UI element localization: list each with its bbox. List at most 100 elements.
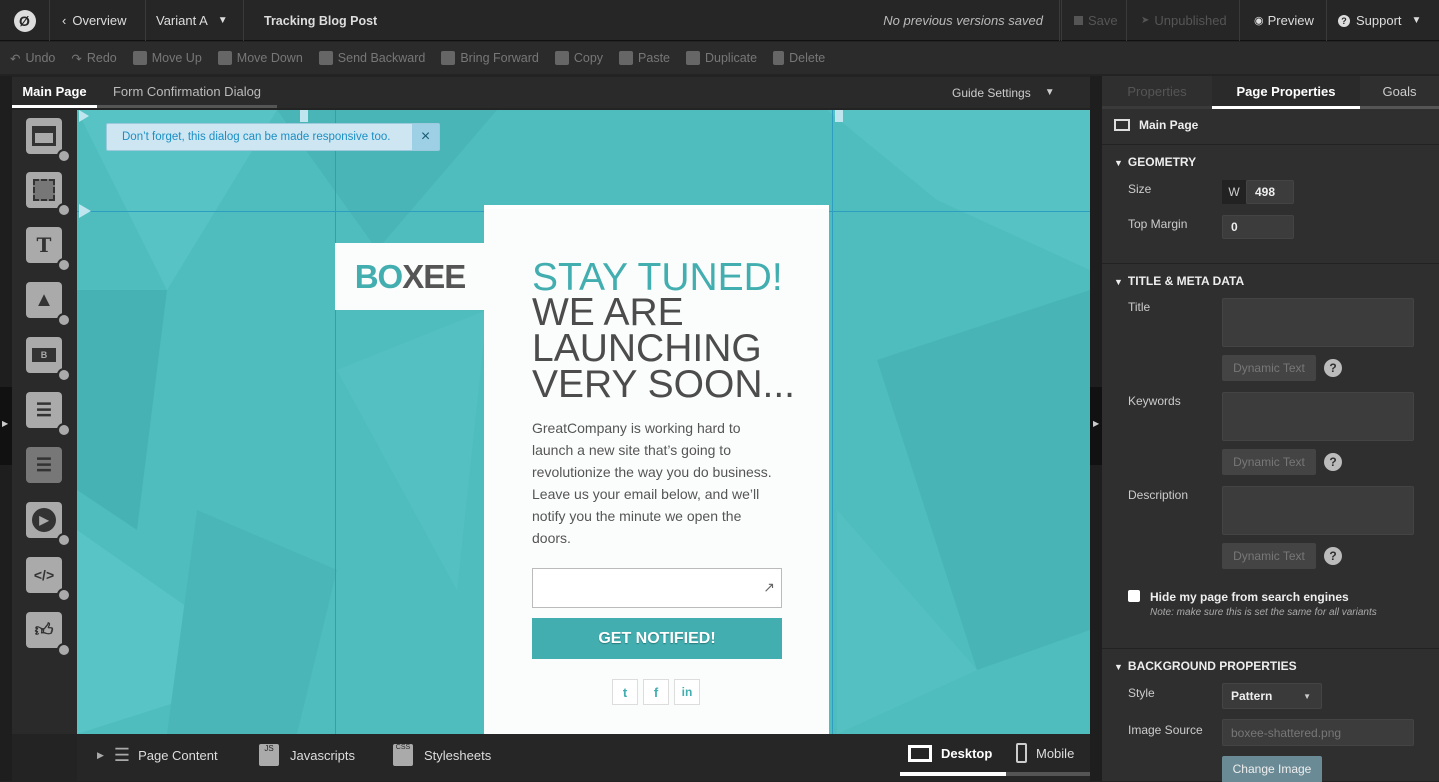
box-widget[interactable] <box>26 172 71 217</box>
hide-from-search-checkbox[interactable] <box>1128 590 1140 602</box>
send-backward-button[interactable]: Send Backward <box>318 51 425 65</box>
background-heading[interactable]: ▼ BACKGROUND PROPERTIES <box>1114 659 1297 673</box>
page-content-toggle[interactable]: ▶ ☰ Page Content <box>97 734 218 776</box>
undo-label: Undo <box>25 51 56 65</box>
paste-button[interactable]: Paste <box>619 51 670 65</box>
meta-heading[interactable]: ▼ TITLE & META DATA <box>1114 274 1244 288</box>
title-label: Title <box>1128 300 1151 314</box>
dynamic-text-button[interactable]: Dynamic Text <box>1222 543 1316 569</box>
guide-handle-icon[interactable] <box>300 110 308 122</box>
change-image-button[interactable]: Change Image <box>1222 756 1322 782</box>
desktop-label: Desktop <box>941 745 993 761</box>
tab-form-confirmation[interactable]: Form Confirmation Dialog <box>97 77 277 108</box>
support-dropdown[interactable]: ? Support ▼ <box>1327 0 1439 41</box>
monitor-icon <box>908 744 932 762</box>
undo-button[interactable]: ↶ Undo <box>10 51 55 66</box>
image-source-input[interactable]: boxee-shattered.png <box>1222 719 1414 746</box>
boxee-logo[interactable]: BO XEE <box>335 243 485 310</box>
overview-link[interactable]: ‹ Overview <box>50 0 146 41</box>
dynamic-text-button[interactable]: Dynamic Text <box>1222 449 1316 475</box>
monitor-icon <box>1114 119 1130 131</box>
move-down-label: Move Down <box>236 51 303 65</box>
guide-line[interactable] <box>832 110 833 734</box>
stylesheets-button[interactable]: CSS Stylesheets <box>393 734 491 776</box>
image-widget[interactable]: ▲ <box>26 282 71 327</box>
right-collapse-handle[interactable]: ▶ <box>1090 387 1102 465</box>
description-textarea[interactable] <box>1222 486 1414 535</box>
support-label: Support <box>1356 13 1402 28</box>
section-widget[interactable] <box>26 118 71 163</box>
facebook-icon[interactable]: f <box>643 679 669 705</box>
title-textarea[interactable] <box>1222 298 1414 347</box>
guide-handle-icon[interactable] <box>79 110 89 122</box>
copy-button[interactable]: Copy <box>554 51 603 65</box>
tab-main-page[interactable]: Main Page <box>12 77 97 108</box>
publish-button[interactable]: ➤ Unpublished <box>1127 0 1240 41</box>
redo-icon: ↷ <box>71 51 82 66</box>
variant-dropdown[interactable]: Variant A ▼ <box>146 0 244 41</box>
left-collapse-handle[interactable]: ▶ <box>0 387 12 465</box>
top-margin-input[interactable]: 0 <box>1222 215 1294 239</box>
get-notified-button[interactable]: GET NOTIFIED! <box>532 618 782 659</box>
meta-section: ▼ TITLE & META DATA Title Dynamic Text ? … <box>1102 263 1439 648</box>
help-icon[interactable]: ? <box>1324 359 1342 377</box>
move-down-button[interactable]: Move Down <box>217 51 303 65</box>
page-canvas[interactable]: Don’t forget, this dialog can be made re… <box>77 110 1090 734</box>
mobile-view-button[interactable]: Mobile <box>1006 734 1090 776</box>
save-button[interactable]: Save <box>1061 0 1127 41</box>
app-logo[interactable]: Ø <box>0 0 50 41</box>
javascripts-label: Javascripts <box>290 747 356 763</box>
duplicate-button[interactable]: Duplicate <box>686 51 757 65</box>
bring-forward-button[interactable]: Bring Forward <box>441 51 539 65</box>
move-up-button[interactable]: Move Up <box>132 51 202 65</box>
guide-settings-dropdown[interactable]: Guide Settings ▼ <box>952 77 1082 108</box>
dynamic-text-button[interactable]: Dynamic Text <box>1222 355 1316 381</box>
headline-line[interactable]: VERY SOON... <box>532 365 795 404</box>
social-widget[interactable]: 👍︎ <box>26 612 71 657</box>
duplicate-icon <box>686 51 700 65</box>
content-panel[interactable]: STAY TUNED! WE ARE LAUNCHING VERY SOON..… <box>484 205 829 734</box>
javascripts-button[interactable]: JS Javascripts <box>259 734 355 776</box>
guide-handle-icon[interactable] <box>835 110 843 122</box>
caret-right-icon: ▶ <box>97 749 104 760</box>
keywords-textarea[interactable] <box>1222 392 1414 441</box>
form-widget[interactable]: ☰ <box>26 392 71 437</box>
close-icon[interactable]: × <box>412 124 439 150</box>
email-field[interactable]: ↗ <box>532 568 782 608</box>
tab-properties[interactable]: Properties <box>1102 76 1212 109</box>
tab-goals[interactable]: Goals <box>1360 76 1439 109</box>
video-widget[interactable]: ▶ <box>26 502 71 547</box>
style-select[interactable]: Pattern ▼ <box>1222 683 1322 709</box>
delete-button[interactable]: Delete <box>773 51 825 65</box>
caret-down-icon: ▼ <box>1303 691 1311 701</box>
tab-page-properties[interactable]: Page Properties <box>1212 76 1360 109</box>
help-icon[interactable]: ? <box>1324 547 1342 565</box>
button-widget[interactable]: B <box>26 337 71 382</box>
headline-line[interactable]: LAUNCHING <box>532 329 762 368</box>
preview-label: Preview <box>1267 13 1314 28</box>
text-widget[interactable]: T <box>26 227 71 272</box>
meta-title: TITLE & META DATA <box>1127 274 1245 288</box>
list-widget[interactable]: ☰ <box>26 447 62 483</box>
width-input[interactable]: 498 <box>1246 180 1294 204</box>
help-icon[interactable]: ? <box>1324 453 1342 471</box>
stylesheets-label: Stylesheets <box>424 747 492 763</box>
geometry-heading[interactable]: ▼ GEOMETRY <box>1114 155 1196 169</box>
headline-line[interactable]: WE ARE <box>532 293 684 332</box>
preview-button[interactable]: ◉ Preview <box>1240 0 1327 41</box>
style-label: Style <box>1128 686 1155 700</box>
caret-right-icon: ▶ <box>2 419 9 428</box>
linkedin-icon[interactable]: in <box>674 679 700 705</box>
guide-line[interactable] <box>335 110 336 734</box>
versions-status: No previous versions saved <box>860 0 1060 41</box>
twitter-icon[interactable]: t <box>612 679 638 705</box>
custom-html-widget[interactable]: </> <box>26 557 71 602</box>
redo-button[interactable]: ↷ Redo <box>71 51 116 66</box>
mobile-label: Mobile <box>1036 745 1075 761</box>
guide-handle-icon[interactable] <box>79 204 91 218</box>
desktop-view-button[interactable]: Desktop <box>900 734 1006 776</box>
body-text[interactable]: GreatCompany is working hard to launch a… <box>532 417 782 549</box>
chevron-left-icon: ‹ <box>62 13 67 28</box>
notice-text: Don’t forget, this dialog can be made re… <box>122 131 391 143</box>
page-name-row: Main Page <box>1114 118 1198 132</box>
